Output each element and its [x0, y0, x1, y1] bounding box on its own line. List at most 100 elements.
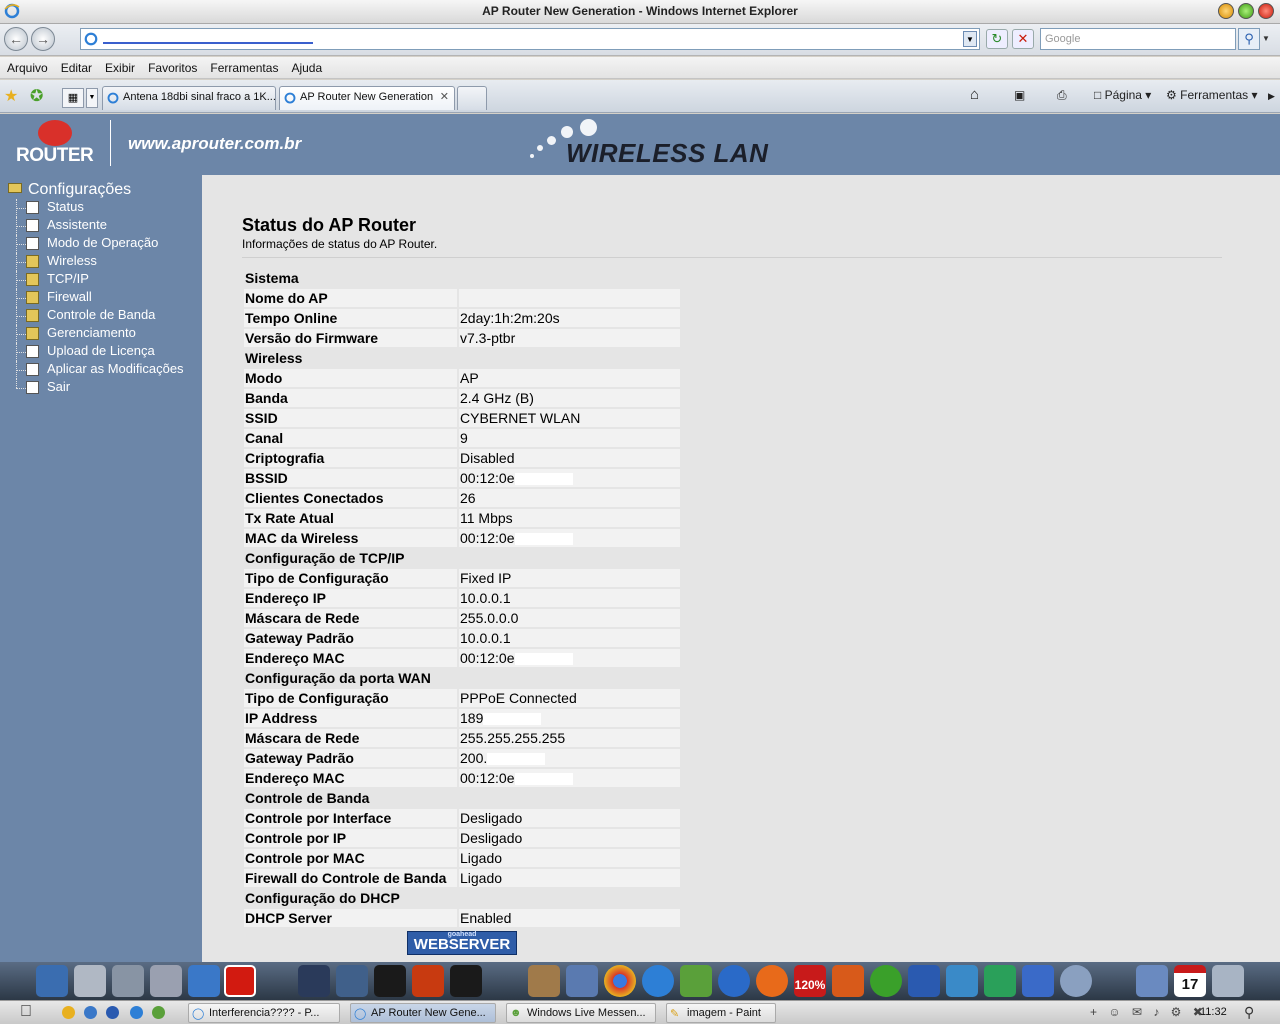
media-player-icon[interactable] — [718, 965, 750, 997]
calendar-icon[interactable]: 17 — [1174, 965, 1206, 997]
ie-icon[interactable] — [642, 965, 674, 997]
castle-icon[interactable] — [832, 965, 864, 997]
main-content: Status do AP Router Informações de statu… — [202, 175, 1280, 962]
feeds-icon[interactable]: ▣ — [1014, 88, 1025, 102]
taskbar-item[interactable]: ✎ imagem - Paint — [666, 1003, 776, 1023]
row-label: Modo — [244, 369, 457, 387]
folder-icon[interactable] — [112, 965, 144, 997]
monitor-icon[interactable] — [36, 965, 68, 997]
sidebar-item-controle-de-banda[interactable]: Controle de Banda — [16, 307, 184, 325]
zoom-badge[interactable]: 120% — [794, 965, 826, 997]
row-value — [459, 289, 680, 307]
quick-launch-icon[interactable] — [130, 1006, 143, 1019]
row-value: Disabled — [459, 449, 680, 467]
redacted-value — [514, 773, 573, 785]
menu-arquivo[interactable]: Arquivo — [0, 57, 54, 75]
taskbar-item[interactable]: ◯ Interferencia???? - P... — [188, 1003, 340, 1023]
sidebar-item-tcp-ip[interactable]: TCP/IP — [16, 271, 184, 289]
sidebar-item-wireless[interactable]: Wireless — [16, 253, 184, 271]
sidebar-item-status[interactable]: Status — [16, 199, 184, 217]
bike-icon[interactable] — [412, 965, 444, 997]
game-icon[interactable] — [336, 965, 368, 997]
sidebar-item-upload-de-licen-a[interactable]: Upload de Licença — [16, 343, 184, 361]
tab-antena[interactable]: Antena 18dbi sinal fraco a 1K... — [102, 86, 276, 110]
menu-exibir[interactable]: Exibir — [98, 57, 141, 75]
new-tab-button[interactable] — [457, 86, 487, 110]
quick-launch-icon[interactable] — [84, 1006, 97, 1019]
quick-launch-icon[interactable] — [152, 1006, 165, 1019]
sidebar-item-aplicar-as-modifica-es[interactable]: Aplicar as Modificações — [16, 361, 184, 379]
sidebar-item-gerenciamento[interactable]: Gerenciamento — [16, 325, 184, 343]
avi-icon[interactable] — [1022, 965, 1054, 997]
page-icon — [84, 32, 98, 46]
back-button[interactable]: ← — [4, 27, 28, 51]
tab-list-icon[interactable]: ▼ — [86, 88, 98, 108]
table-row: DHCP Server Enabled — [244, 909, 680, 927]
word-icon[interactable] — [908, 965, 940, 997]
media-icon[interactable] — [150, 965, 182, 997]
menu-favoritos[interactable]: Favoritos — [141, 57, 203, 75]
power-icon[interactable] — [224, 965, 256, 997]
menu-ajuda[interactable]: Ajuda — [284, 57, 328, 75]
menu-ferramentas[interactable]: Ferramentas — [203, 57, 284, 75]
chevron-right-icon[interactable]: ▶ — [1268, 91, 1275, 102]
row-label: DHCP Server — [244, 909, 457, 927]
forward-button[interactable]: → — [31, 27, 55, 51]
sidebar-item-sair[interactable]: Sair — [16, 379, 184, 397]
magnifier-icon[interactable] — [1060, 965, 1092, 997]
sidebar-item-firewall[interactable]: Firewall — [16, 289, 184, 307]
taskbar-item[interactable]: ☻ Windows Live Messen... — [506, 1003, 656, 1023]
tab-close-icon[interactable]: ✕ — [440, 90, 449, 103]
sidebar-item-assistente[interactable]: Assistente — [16, 217, 184, 235]
row-label: Banda — [244, 389, 457, 407]
add-favorite-icon[interactable]: ✪ — [30, 86, 43, 106]
spotlight-icon[interactable]: ⚲ — [1244, 1004, 1254, 1021]
search-input[interactable]: Google — [1040, 28, 1236, 50]
row-label: Tipo de Configuração — [244, 689, 457, 707]
rabbit-icon[interactable] — [528, 965, 560, 997]
menu-editar[interactable]: Editar — [54, 57, 98, 75]
quick-tabs-icon[interactable]: ▦ — [62, 88, 84, 108]
sidebar-item-modo-de-opera-o[interactable]: Modo de Operação — [16, 235, 184, 253]
puzzle-icon[interactable] — [984, 965, 1016, 997]
firefox-icon[interactable] — [756, 965, 788, 997]
document-icon — [26, 201, 39, 214]
dropdown-arrow-icon[interactable]: ▼ — [963, 31, 977, 47]
minimize-button[interactable] — [1218, 3, 1234, 19]
print-icon[interactable]: ⎙ — [1057, 88, 1067, 103]
screen-icon[interactable] — [188, 965, 220, 997]
row-value: 11 Mbps — [459, 509, 680, 527]
feather-icon[interactable] — [946, 965, 978, 997]
messenger-icon[interactable] — [680, 965, 712, 997]
settings-icon[interactable] — [1136, 965, 1168, 997]
apple-icon[interactable]:  — [20, 1003, 32, 1021]
refresh-icon[interactable]: ↻ — [986, 29, 1008, 49]
page-menu[interactable]: □ Página ▾ — [1094, 88, 1151, 102]
address-bar[interactable]: ▼ — [80, 28, 980, 50]
quick-launch-icon[interactable] — [106, 1006, 119, 1019]
page-icon: □ — [1094, 88, 1102, 102]
home-icon[interactable]: ⌂ — [970, 86, 979, 103]
chrome-quick-icon[interactable] — [62, 1006, 75, 1019]
stop-icon[interactable]: ✕ — [1012, 29, 1034, 49]
tab-ap-router[interactable]: AP Router New Generation ✕ — [279, 86, 455, 110]
row-label: Nome do AP — [244, 289, 457, 307]
face-icon[interactable] — [374, 965, 406, 997]
search-options-icon[interactable]: ▼ — [1262, 34, 1270, 43]
goahead-webserver-badge[interactable]: goahead WEBSERVER — [407, 931, 517, 955]
maximize-button[interactable] — [1238, 3, 1254, 19]
chrome-icon[interactable] — [604, 965, 636, 997]
xmp-icon[interactable] — [566, 965, 598, 997]
close-button[interactable] — [1258, 3, 1274, 19]
sidebar-root[interactable]: Configurações — [8, 181, 131, 199]
search-icon[interactable]: ⚲ — [1238, 28, 1260, 50]
notepad-icon[interactable] — [74, 965, 106, 997]
row-value: Ligado — [459, 869, 680, 887]
zsnes-icon[interactable] — [450, 965, 482, 997]
star-icon[interactable] — [298, 965, 330, 997]
utorrent-icon[interactable] — [870, 965, 902, 997]
taskbar-item-active[interactable]: ◯ AP Router New Gene... — [350, 1003, 496, 1023]
trash-icon[interactable] — [1212, 965, 1244, 997]
tools-menu[interactable]: ⚙ Ferramentas ▾ — [1166, 88, 1258, 102]
favorites-star-icon[interactable]: ★ — [4, 86, 18, 106]
